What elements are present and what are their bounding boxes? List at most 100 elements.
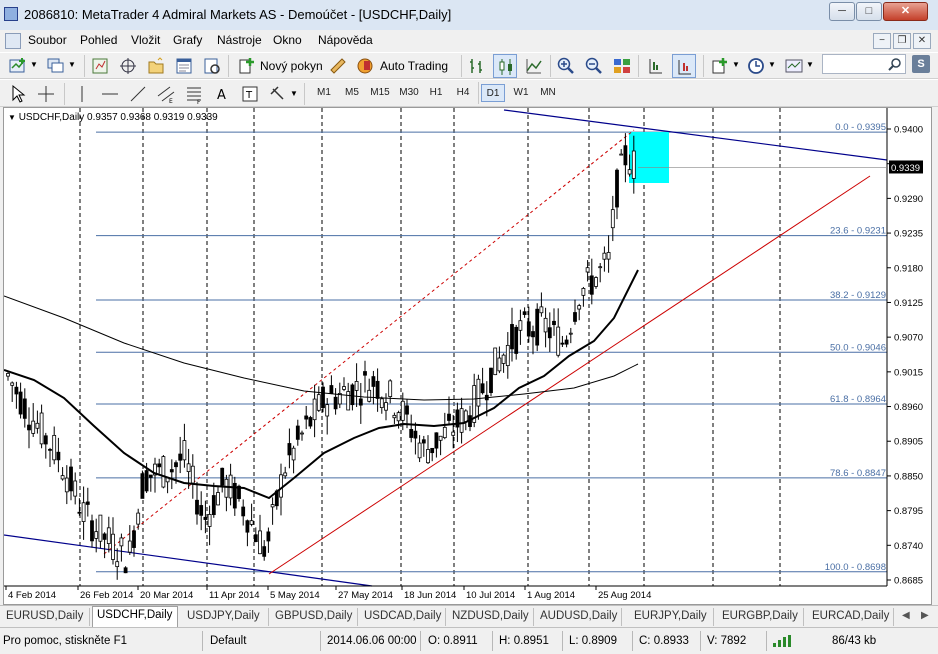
candle-body [392, 414, 397, 419]
svg-text:T: T [245, 90, 253, 101]
timeframe-w1[interactable]: W1 [510, 84, 532, 102]
candle-body [552, 320, 556, 326]
candle-body [577, 305, 582, 310]
menu-soubor[interactable]: Soubor [28, 33, 67, 47]
menu-grafy[interactable]: Grafy [173, 33, 202, 47]
chart-shift-icon[interactable] [646, 56, 666, 76]
tab-eurusd[interactable]: EURUSD,Daily [2, 608, 90, 626]
tab-scroll-left-icon[interactable]: ◀ [902, 610, 910, 621]
timeframe-m1[interactable]: M1 [312, 84, 336, 102]
tab-eurcad[interactable]: EURCAD,Daily [808, 608, 894, 626]
text-tool-icon[interactable]: A [212, 84, 232, 104]
date-tick-label: 10 Jul 2014 [466, 590, 515, 601]
status-divider [320, 631, 321, 651]
chart-window[interactable]: 0.0 - 0.9395 23.6 - 0.9231 38.2 - 0.9129 50… [3, 107, 932, 605]
indicators-icon[interactable] [710, 56, 730, 76]
line-chart-icon[interactable] [524, 56, 544, 76]
tab-usdcad[interactable]: USDCAD,Daily [360, 608, 446, 626]
cursor-icon[interactable] [8, 84, 28, 104]
status-profile: Default [210, 635, 247, 647]
mdi-close-button[interactable]: ✕ [913, 33, 931, 49]
maximize-button[interactable]: □ [856, 2, 882, 21]
candle-body [304, 415, 309, 420]
tile-windows-icon[interactable] [612, 56, 632, 76]
chart-doc-icon[interactable] [5, 33, 21, 49]
menu-nastroje[interactable]: Nástroje [217, 33, 262, 47]
menu-pohled[interactable]: Pohled [80, 33, 117, 47]
mdi-restore-button[interactable]: ❐ [893, 33, 911, 49]
trendline-icon[interactable] [128, 84, 148, 104]
search-input[interactable] [822, 54, 906, 74]
auto-trading-icon [357, 58, 373, 74]
market-watch-icon[interactable] [90, 56, 110, 76]
timeframe-m5[interactable]: M5 [340, 84, 364, 102]
tab-scroll-right-icon[interactable]: ▶ [921, 610, 929, 621]
dropdown-arrow-icon[interactable]: ▼ [290, 89, 298, 98]
vertical-line-icon[interactable] [72, 84, 92, 104]
tab-usdjpy[interactable]: USDJPY,Daily [183, 608, 269, 626]
dropdown-arrow-icon[interactable]: ▼ [68, 60, 76, 69]
close-button[interactable]: ✕ [883, 2, 928, 21]
date-tick-label: 1 Aug 2014 [527, 590, 575, 601]
community-icon[interactable]: S [912, 55, 930, 73]
candle-body [379, 398, 384, 408]
timeframe-mn[interactable]: MN [536, 84, 560, 102]
terminal-icon[interactable] [174, 56, 194, 76]
menu-vlozit[interactable]: Vložit [131, 33, 160, 47]
horizontal-line-icon[interactable] [100, 84, 120, 104]
autoscroll-button[interactable] [672, 54, 696, 78]
profiles-icon[interactable] [46, 56, 66, 76]
mdi-minimize-button[interactable]: − [873, 33, 891, 49]
tab-audusd[interactable]: AUDUSD,Daily [536, 608, 622, 626]
equidistant-channel-icon[interactable]: E [156, 84, 176, 104]
timeframe-m30[interactable]: M30 [396, 84, 422, 102]
candle-body [56, 451, 61, 461]
menu-okno[interactable]: Okno [273, 33, 302, 47]
tab-eurgbp[interactable]: EURGBP,Daily [718, 608, 804, 626]
tab-usdchf[interactable]: USDCHF,Daily [92, 606, 178, 627]
minimize-button[interactable]: ─ [829, 2, 855, 21]
dropdown-arrow-icon[interactable]: ▼ [30, 60, 38, 69]
navigator-icon[interactable] [146, 56, 166, 76]
strategy-tester-icon[interactable] [202, 56, 222, 76]
candle-body [526, 321, 531, 337]
data-window-icon[interactable] [118, 56, 138, 76]
crosshair-icon[interactable] [36, 84, 56, 104]
timeframe-d1[interactable]: D1 [481, 84, 505, 102]
dropdown-arrow-icon[interactable]: ▼ [806, 60, 814, 69]
price-chart[interactable]: 0.0 - 0.9395 23.6 - 0.9231 38.2 - 0.9129 50… [4, 108, 933, 606]
tab-eurjpy[interactable]: EURJPY,Daily [630, 608, 714, 626]
candlestick-button[interactable] [493, 54, 517, 78]
timeframe-h4[interactable]: H4 [452, 84, 474, 102]
zoom-out-icon[interactable] [584, 56, 604, 76]
tab-nzdusd[interactable]: NZDUSD,Daily [448, 608, 534, 626]
new-chart-icon[interactable] [8, 56, 28, 76]
fibonacci-icon[interactable]: F [184, 84, 204, 104]
new-order-button[interactable]: Nový pokyn [235, 54, 323, 78]
auto-trading-button[interactable]: Auto Trading [353, 54, 453, 78]
zoom-in-icon[interactable] [556, 56, 576, 76]
chart-menu-arrow-icon[interactable]: ▼ [8, 113, 16, 122]
dropdown-arrow-icon[interactable]: ▼ [768, 60, 776, 69]
candle-body [73, 480, 78, 497]
timeframe-h1[interactable]: H1 [425, 84, 447, 102]
metaeditor-icon[interactable] [328, 56, 348, 76]
search-icon[interactable] [888, 57, 902, 71]
text-label-icon[interactable]: T [240, 84, 260, 104]
tab-gbpusd[interactable]: GBPUSD,Daily [271, 608, 358, 626]
menu-napoveda[interactable]: Nápověda [318, 33, 373, 47]
date-tick-label: 18 Jun 2014 [404, 590, 456, 601]
candle-body [123, 567, 128, 574]
timeframe-m15[interactable]: M15 [367, 84, 393, 102]
candle-body [560, 342, 565, 345]
arrows-icon[interactable] [268, 84, 288, 104]
toolbar-separator [638, 55, 639, 77]
templates-icon[interactable] [784, 56, 804, 76]
price-tick-label: 0.9400 [894, 125, 923, 136]
toolbar-separator [478, 82, 479, 104]
dropdown-arrow-icon[interactable]: ▼ [732, 60, 740, 69]
date-tick-label: 26 Feb 2014 [80, 590, 133, 601]
candle-body [375, 380, 380, 399]
bar-chart-icon[interactable] [467, 56, 487, 76]
periods-clock-icon[interactable] [746, 56, 766, 76]
